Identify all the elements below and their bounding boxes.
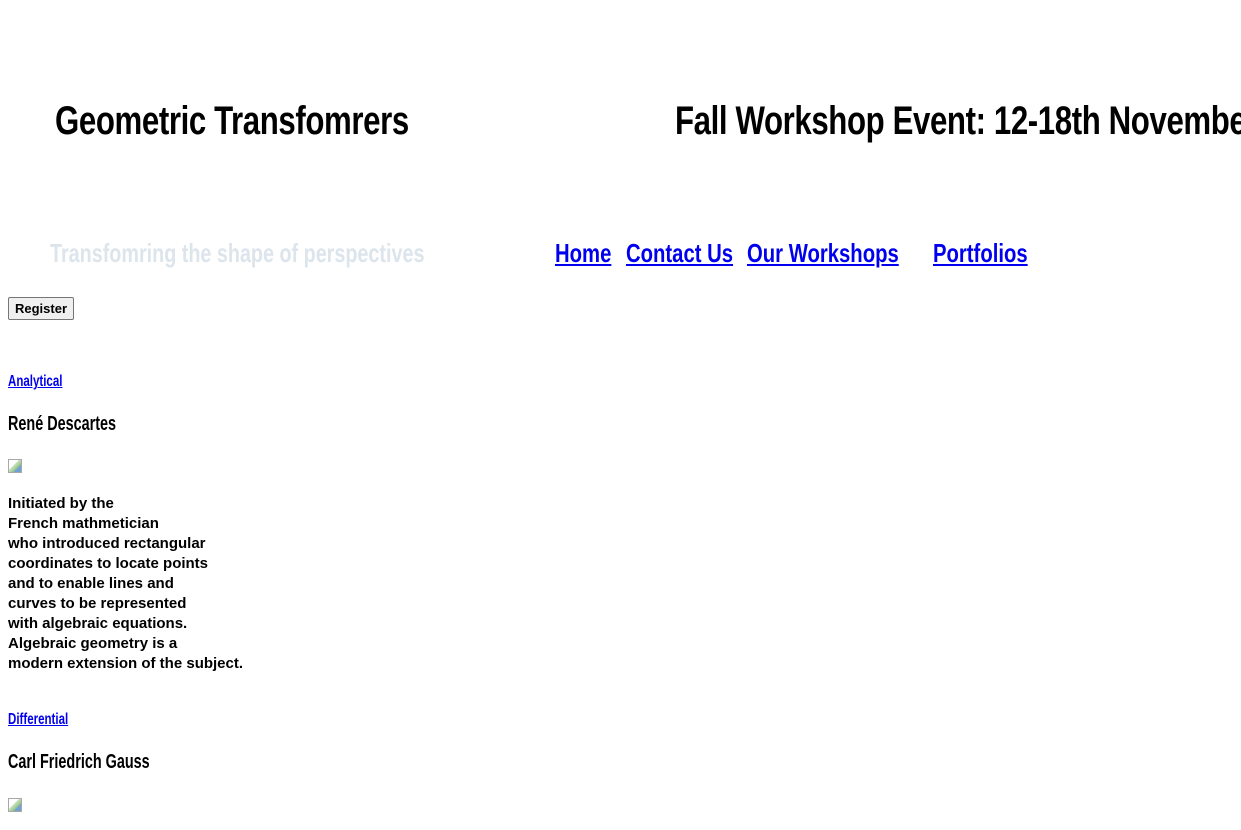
site-title: Geometric Transfomrers xyxy=(55,99,409,143)
section-description: Initiated by the French mathmetician who… xyxy=(8,494,243,674)
nav-link-home[interactable]: Home xyxy=(555,237,611,269)
description-line: coordinates to locate points xyxy=(8,555,209,572)
description-line: Algebraic geometry is a xyxy=(8,635,178,652)
tagline: Transfomring the shape of perspectives xyxy=(50,238,425,268)
section-link-differential[interactable]: Differential xyxy=(8,710,68,730)
description-line: curves to be represented xyxy=(8,595,187,612)
broken-image-icon xyxy=(8,459,22,473)
description-line: who introduced rectangular xyxy=(8,535,206,552)
person-name: Carl Friedrich Gauss xyxy=(8,751,150,773)
description-line: Initiated by the xyxy=(8,495,114,512)
description-line: and to enable lines and xyxy=(8,575,174,592)
event-title: Fall Workshop Event: 12-18th November xyxy=(675,99,1241,143)
nav-link-contact[interactable]: Contact Us xyxy=(626,237,733,269)
register-button[interactable]: Register xyxy=(8,297,75,320)
description-line: modern extension of the subject. xyxy=(8,655,244,672)
section-link-analytical[interactable]: Analytical xyxy=(8,372,62,392)
nav-link-workshops[interactable]: Our Workshops xyxy=(747,237,899,269)
person-name: René Descartes xyxy=(8,413,117,435)
description-line: French mathmetician xyxy=(8,515,159,532)
description-line: with algebraic equations. xyxy=(8,615,188,632)
nav-link-portfolios[interactable]: Portfolios xyxy=(933,237,1028,269)
broken-image-icon xyxy=(8,798,22,812)
